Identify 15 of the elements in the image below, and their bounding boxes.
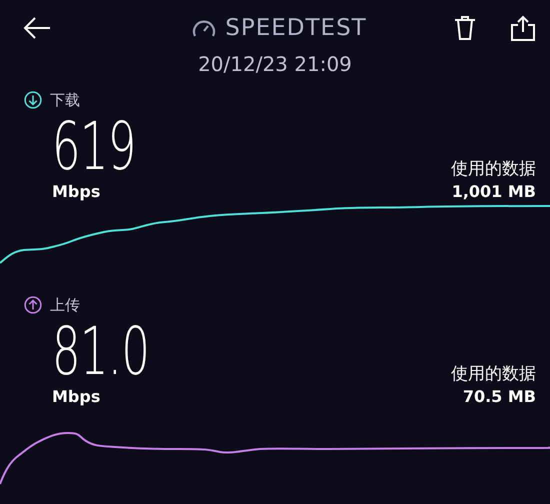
app-title: SPEEDTEST — [225, 15, 367, 41]
share-icon[interactable] — [510, 15, 536, 41]
data-used-value: 70.5 MB — [462, 387, 536, 406]
speed-value: 81.0 — [52, 317, 150, 387]
back-icon[interactable] — [22, 16, 52, 40]
speed-unit: Mbps — [52, 387, 100, 406]
data-used-label: 使用的数据 — [451, 363, 536, 385]
data-used-label: 使用的数据 — [451, 158, 536, 180]
speed-value: 619 — [52, 112, 136, 182]
test-date: 20/12/23 21:09 — [198, 52, 352, 76]
data-used-value: 1,001 MB — [452, 182, 536, 201]
trash-icon[interactable] — [454, 15, 476, 41]
speed-unit: Mbps — [52, 182, 100, 201]
section-label: 下载 — [50, 90, 80, 110]
section-label: 上传 — [50, 296, 80, 314]
